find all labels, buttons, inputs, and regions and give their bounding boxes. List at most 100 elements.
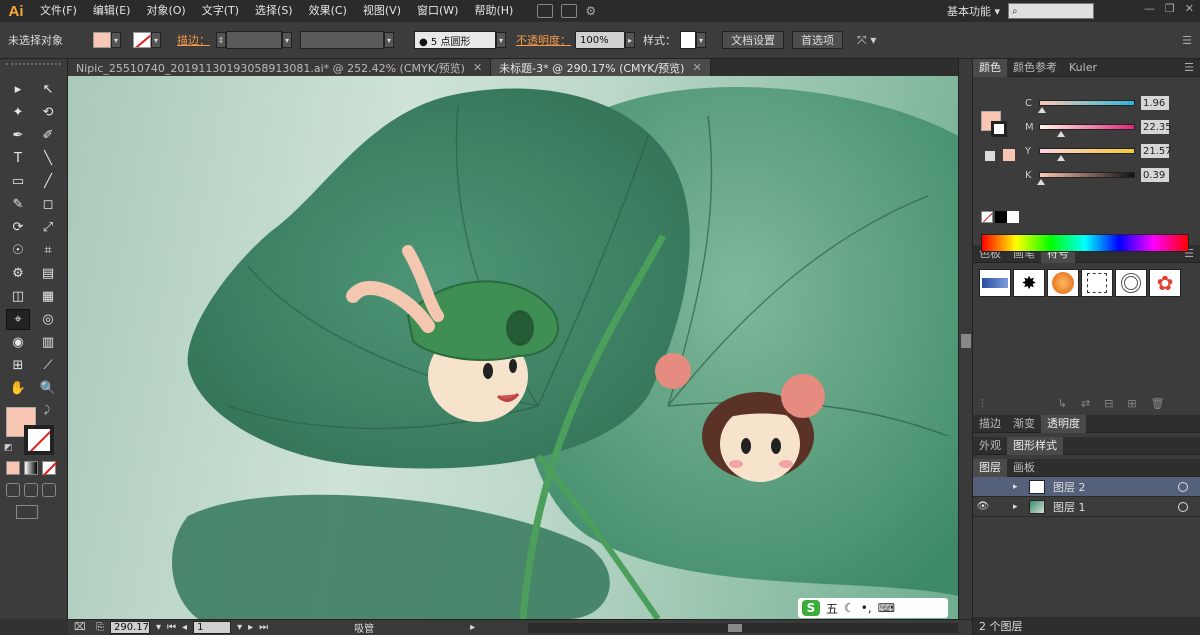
magic-wand-tool-icon[interactable]: ✦: [6, 102, 30, 123]
vertical-scrollbar[interactable]: [958, 59, 972, 619]
document-setup-button[interactable]: 文档设置: [722, 31, 784, 49]
swap-colors-icon[interactable]: ⤸: [44, 405, 50, 416]
brush-dropdown-icon[interactable]: ▾: [496, 32, 506, 48]
punctuation-icon[interactable]: •,: [861, 601, 872, 615]
restore-button[interactable]: ❐: [1165, 2, 1175, 15]
magenta-slider[interactable]: M 22.35: [1025, 117, 1195, 137]
artboard-canvas[interactable]: [68, 76, 958, 619]
tab-document-2[interactable]: 未标题-3* @ 290.17% (CMYK/预览) ✕: [491, 59, 711, 76]
symbol-dotted-frame[interactable]: [1081, 269, 1113, 297]
preferences-button[interactable]: 首选项: [792, 31, 843, 49]
symbol-ring[interactable]: [1115, 269, 1147, 297]
warp-tool-icon[interactable]: ☉: [6, 240, 30, 261]
tools-panel-grip[interactable]: [6, 63, 61, 73]
status-menu-icon[interactable]: ▸: [470, 622, 475, 633]
paintbrush-tool-icon[interactable]: ╱: [36, 171, 60, 192]
black-knob[interactable]: [1036, 179, 1045, 185]
line-tool-icon[interactable]: ╲: [36, 148, 60, 169]
new-symbol-icon[interactable]: ⊞: [1127, 397, 1136, 411]
magenta-knob[interactable]: [1057, 131, 1066, 137]
color-panel-menu-icon[interactable]: ☰: [1184, 61, 1194, 74]
arrange-documents-icon[interactable]: [561, 4, 578, 18]
variable-width-profile[interactable]: [300, 31, 384, 49]
black-value[interactable]: 0.39: [1141, 168, 1169, 182]
symbol-options-icon[interactable]: ⊟: [1104, 397, 1113, 411]
stroke-weight-field[interactable]: [226, 31, 282, 49]
yellow-slider[interactable]: Y 21.57: [1025, 141, 1195, 161]
moon-icon[interactable]: ☾: [844, 601, 855, 615]
cyan-track[interactable]: [1037, 100, 1135, 113]
fill-swatch[interactable]: [93, 32, 111, 48]
workspace-switcher[interactable]: 基本功能 ▾: [947, 3, 1000, 19]
none-color-swatch[interactable]: [981, 211, 993, 223]
share-icon[interactable]: ⎘: [96, 622, 104, 633]
direct-selection-tool-icon[interactable]: ↖: [36, 79, 60, 100]
cyan-value[interactable]: 1.96: [1141, 96, 1169, 110]
rectangle-tool-icon[interactable]: ▭: [6, 171, 30, 192]
stroke-weight-dropdown-icon[interactable]: ▾: [282, 32, 292, 48]
symbol-orange-button[interactable]: [1047, 269, 1079, 297]
isolate-selection-icon[interactable]: ⤧ ▾: [857, 33, 876, 48]
pen-tool-icon[interactable]: ✒: [6, 125, 30, 146]
tab-gradient[interactable]: 渐变: [1007, 415, 1041, 433]
tab-artboards[interactable]: 画板: [1007, 459, 1041, 477]
menu-object[interactable]: 对象(O): [138, 0, 193, 22]
rotate-tool-icon[interactable]: ⟳: [6, 217, 30, 238]
prev-artboard-icon[interactable]: ◂: [182, 622, 187, 633]
gradient-mode-icon[interactable]: [24, 461, 38, 475]
menu-help[interactable]: 帮助(H): [466, 0, 521, 22]
stroke-label-link[interactable]: 描边：: [177, 32, 210, 48]
horizontal-scroll-thumb[interactable]: [728, 624, 742, 632]
menu-window[interactable]: 窗口(W): [409, 0, 466, 22]
magenta-track[interactable]: [1039, 124, 1135, 137]
draw-inside-icon[interactable]: [42, 483, 56, 497]
layer-name[interactable]: 图层 1: [1053, 499, 1086, 515]
artboard-tool-icon[interactable]: ⊞: [6, 355, 30, 376]
next-artboard-icon[interactable]: ▸: [248, 622, 253, 633]
menu-effect[interactable]: 效果(C): [301, 0, 355, 22]
minimize-button[interactable]: —: [1144, 2, 1155, 15]
close-tab-icon[interactable]: ✕: [473, 61, 482, 74]
close-tab-icon[interactable]: ✕: [692, 61, 701, 74]
stroke-dropdown-icon[interactable]: ▾: [151, 32, 161, 48]
zoom-field[interactable]: 290.17: [110, 621, 150, 634]
tab-transparency[interactable]: 透明度: [1041, 414, 1086, 433]
color-spectrum-bar[interactable]: [981, 234, 1189, 252]
gradient-tool-icon[interactable]: ▦: [36, 286, 60, 307]
slice-tool-icon[interactable]: ⟋: [36, 355, 60, 376]
menu-edit[interactable]: 编辑(E): [85, 0, 139, 22]
fill-dropdown-icon[interactable]: ▾: [111, 32, 121, 48]
keyboard-icon[interactable]: ⌨: [878, 601, 895, 615]
tab-layers[interactable]: 图层: [973, 458, 1007, 477]
yellow-track[interactable]: [1039, 148, 1135, 161]
gpu-preview-icon[interactable]: ⚙: [585, 4, 596, 18]
blend-tool-icon[interactable]: ◎: [36, 309, 60, 330]
menu-view[interactable]: 视图(V): [355, 0, 409, 22]
menu-type[interactable]: 文字(T): [194, 0, 247, 22]
mesh-tool-icon[interactable]: ◫: [6, 286, 30, 307]
expand-arrow-icon[interactable]: ▸: [1013, 482, 1025, 492]
layer-target-icon[interactable]: [1178, 481, 1188, 492]
delete-symbol-icon[interactable]: 🗑: [1151, 397, 1165, 411]
stroke-weight-stepper[interactable]: ⇕: [216, 32, 226, 48]
default-colors-icon[interactable]: ◩: [4, 443, 13, 453]
artboard-field[interactable]: 1: [193, 621, 232, 634]
brush-definition[interactable]: ● 5 点圆形: [414, 31, 496, 49]
style-dropdown-icon[interactable]: ▾: [696, 32, 706, 48]
none-mode-icon[interactable]: [42, 461, 58, 477]
yellow-value[interactable]: 21.57: [1141, 144, 1172, 158]
yellow-knob[interactable]: [1057, 155, 1066, 161]
symbol-blue-banner[interactable]: [979, 269, 1011, 297]
layer-target-icon[interactable]: [1178, 501, 1188, 512]
symbol-red-flower[interactable]: ✿: [1149, 269, 1181, 297]
zoom-tool-icon[interactable]: 🔍: [36, 378, 60, 399]
break-link-icon[interactable]: ⇄: [1081, 397, 1090, 411]
opacity-dropdown-icon[interactable]: ▸: [625, 32, 635, 48]
out-of-gamut-icon[interactable]: [985, 151, 995, 161]
zoom-dropdown-icon[interactable]: ▾: [156, 622, 161, 633]
eyedropper-tool-icon[interactable]: ⌖: [6, 309, 30, 330]
hand-tool-icon[interactable]: ✋: [6, 378, 30, 399]
opacity-field[interactable]: 100%: [575, 31, 625, 49]
black-color-swatch[interactable]: [995, 211, 1007, 223]
ime-mode-label[interactable]: 五: [826, 600, 838, 617]
